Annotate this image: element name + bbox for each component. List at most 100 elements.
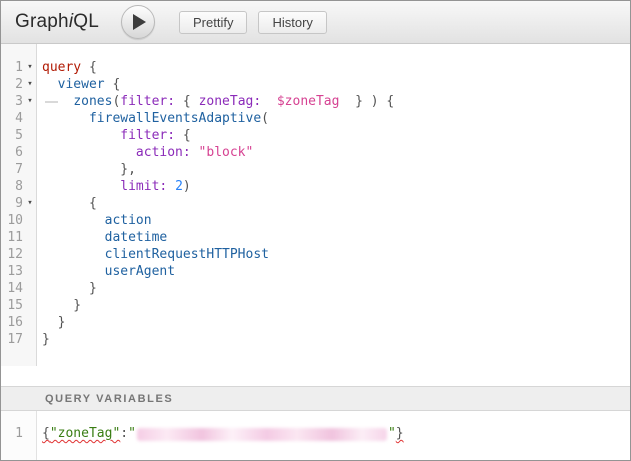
code-token: zones: [73, 94, 112, 109]
variables-code-text: {"zoneTag":""}: [37, 425, 404, 442]
toolbar: GraphiQL Prettify History: [1, 1, 630, 44]
code-text: filter: {: [37, 127, 191, 144]
play-icon: [133, 14, 146, 30]
code-token: },: [42, 162, 136, 177]
fold-arrow-icon[interactable]: ▾: [23, 195, 37, 212]
line-number: 10: [1, 212, 23, 229]
fold-gutter: [23, 263, 37, 280]
graphiql-window: GraphiQL Prettify History 1▾query {2▾ vi…: [0, 0, 631, 461]
code-line[interactable]: 16 }: [1, 314, 630, 331]
line-number: 2: [1, 76, 23, 93]
code-line[interactable]: 1 {"zoneTag":""}: [1, 425, 630, 442]
code-token: }: [42, 315, 65, 330]
code-line[interactable]: 9▾ {: [1, 195, 630, 212]
fold-arrow-icon[interactable]: ▾: [23, 93, 37, 110]
code-token: :: [120, 426, 128, 441]
code-token: [42, 128, 120, 143]
code-token: [42, 94, 73, 109]
fold-gutter: [23, 161, 37, 178]
code-token: (: [261, 111, 269, 126]
code-line[interactable]: 6 action: "block": [1, 144, 630, 161]
fold-arrow-icon[interactable]: ▾: [23, 59, 37, 76]
line-number: 14: [1, 280, 23, 297]
code-token: [167, 179, 175, 194]
line-number: 15: [1, 297, 23, 314]
fold-gutter: [23, 144, 37, 161]
code-token: query: [42, 60, 81, 75]
line-number: 8: [1, 178, 23, 195]
fold-gutter: [23, 280, 37, 297]
fold-gutter: [23, 229, 37, 246]
line-number: 1: [1, 425, 23, 442]
code-line[interactable]: 11 datetime: [1, 229, 630, 246]
code-token: zoneTag:: [199, 94, 262, 109]
line-number: 17: [1, 331, 23, 348]
execute-query-button[interactable]: [121, 5, 155, 39]
fold-gutter: [23, 110, 37, 127]
code-token: [42, 264, 105, 279]
code-line[interactable]: 2▾ viewer {: [1, 76, 630, 93]
code-token: action:: [136, 145, 191, 160]
code-token: [42, 213, 105, 228]
code-token: {: [42, 196, 97, 211]
code-token: {: [105, 77, 121, 92]
code-line[interactable]: 17}: [1, 331, 630, 348]
graphiql-logo: GraphiQL: [15, 11, 99, 33]
code-token: [42, 77, 58, 92]
fold-gutter: [23, 178, 37, 195]
query-editor[interactable]: 1▾query {2▾ viewer {3▾ zones(filter: { z…: [1, 44, 630, 386]
code-token: filter:: [120, 94, 175, 109]
line-number: 1: [1, 59, 23, 76]
code-token: userAgent: [105, 264, 175, 279]
code-text: }: [37, 314, 65, 331]
redacted-zone-tag-value: [137, 428, 387, 441]
code-token: filter:: [120, 128, 175, 143]
code-token: }: [42, 332, 50, 347]
code-line[interactable]: 3▾ zones(filter: { zoneTag: $zoneTag } )…: [1, 93, 630, 110]
line-number: 7: [1, 161, 23, 178]
code-line[interactable]: 15 }: [1, 297, 630, 314]
code-token: } ) {: [339, 94, 394, 109]
code-text: },: [37, 161, 136, 178]
code-text: query {: [37, 59, 97, 76]
code-token: {: [42, 426, 50, 441]
line-number: 5: [1, 127, 23, 144]
code-token: {: [81, 60, 97, 75]
code-line[interactable]: 8 limit: 2): [1, 178, 630, 195]
line-number: 4: [1, 110, 23, 127]
code-line[interactable]: 5 filter: {: [1, 127, 630, 144]
code-token: }: [42, 281, 97, 296]
code-token: [42, 247, 105, 262]
code-line[interactable]: 13 userAgent: [1, 263, 630, 280]
code-line[interactable]: 14 }: [1, 280, 630, 297]
code-line[interactable]: 1▾query {: [1, 59, 630, 76]
variables-panel-header[interactable]: QUERY VARIABLES: [1, 386, 630, 411]
code-token: [42, 179, 120, 194]
fold-gutter: [23, 331, 37, 348]
history-button[interactable]: History: [258, 11, 326, 34]
code-line[interactable]: 10 action: [1, 212, 630, 229]
variables-panel-title: QUERY VARIABLES: [45, 393, 173, 405]
code-token: {: [175, 94, 198, 109]
code-token: ": [388, 426, 396, 441]
code-token: }: [42, 298, 81, 313]
fold-arrow-icon[interactable]: ▾: [23, 76, 37, 93]
fold-gutter: [23, 127, 37, 144]
code-line[interactable]: 4 firewallEventsAdaptive(: [1, 110, 630, 127]
line-number: 11: [1, 229, 23, 246]
code-token: clientRequestHTTPHost: [105, 247, 269, 262]
code-token: ": [128, 426, 136, 441]
fold-gutter: [23, 212, 37, 229]
code-token: [42, 111, 89, 126]
code-token: $zoneTag: [277, 94, 340, 109]
prettify-button[interactable]: Prettify: [179, 11, 247, 34]
line-number: 6: [1, 144, 23, 161]
line-number: 13: [1, 263, 23, 280]
code-token: [42, 145, 136, 160]
code-token: datetime: [105, 230, 168, 245]
code-line[interactable]: 7 },: [1, 161, 630, 178]
code-line[interactable]: 12 clientRequestHTTPHost: [1, 246, 630, 263]
variables-code-lines: 1 {"zoneTag":""}: [1, 411, 630, 442]
variables-editor[interactable]: 1 {"zoneTag":""}: [1, 411, 630, 460]
code-token: limit:: [120, 179, 167, 194]
